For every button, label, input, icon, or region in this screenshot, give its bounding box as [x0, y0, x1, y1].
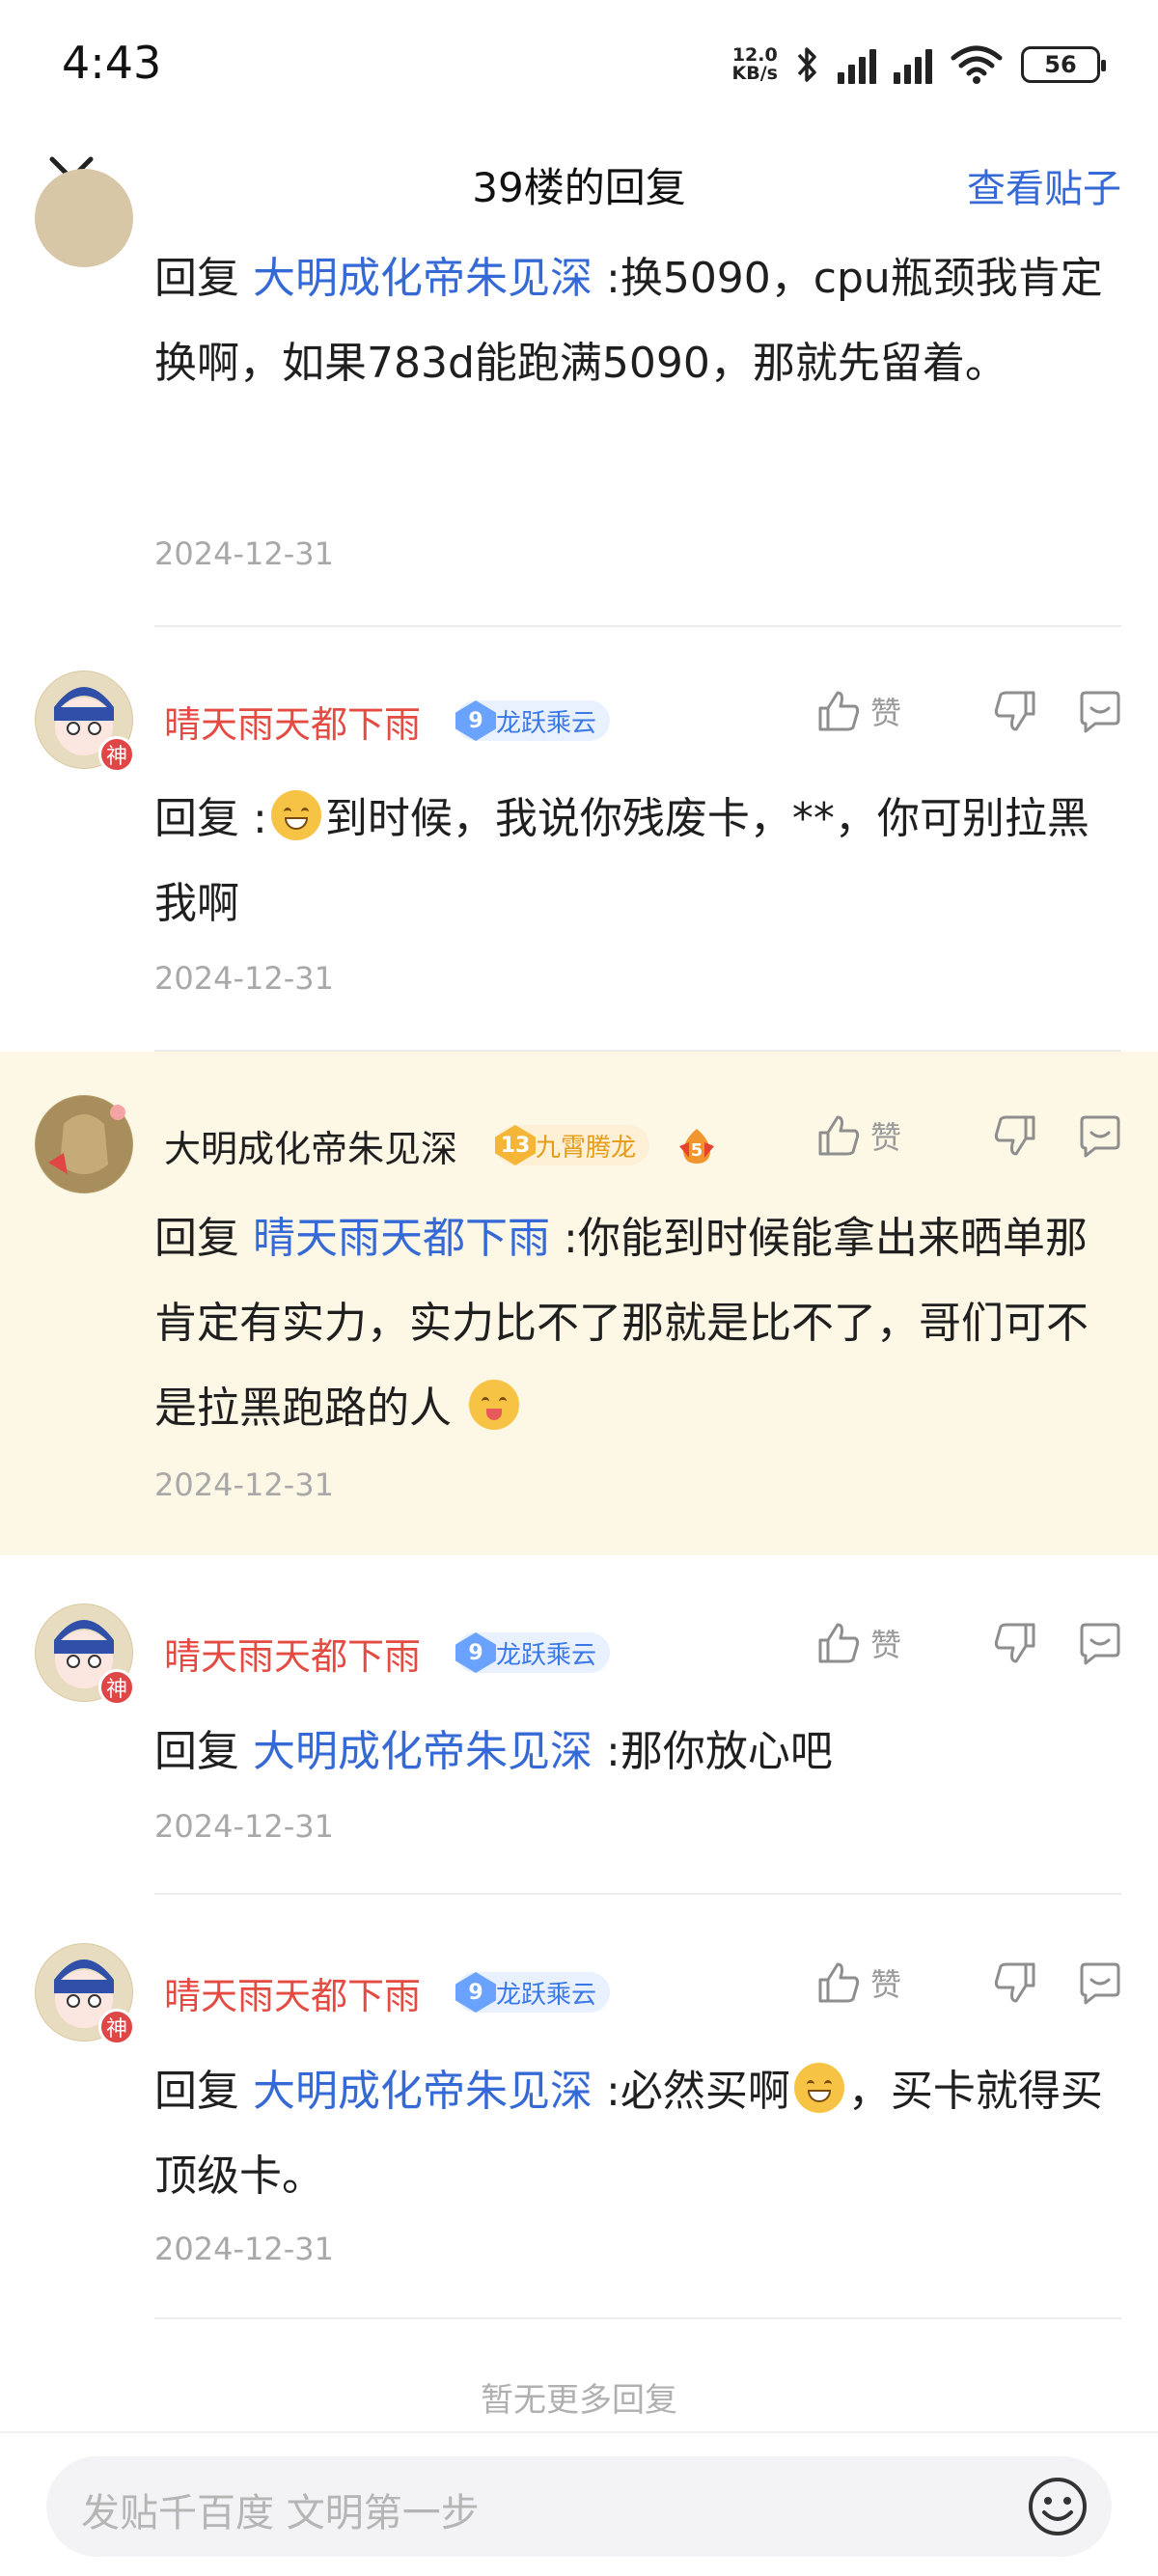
battery-icon: 56 [1021, 46, 1106, 83]
network-speed: 12.0 KB/s [731, 44, 778, 84]
avatar[interactable] [35, 169, 133, 267]
reply-date: 2024-12-31 [154, 1808, 334, 1845]
god-badge: 神 [98, 2009, 135, 2045]
comment-button[interactable] [1071, 687, 1129, 735]
reply-item: 回复 大明成化帝朱见深 :换5090，cpu瓶颈我肯定换啊，如果783d能跑满5… [0, 169, 1158, 627]
reply-item: 神 晴天雨天都下雨 9 龙跃乘云 赞 回复 大明成化帝朱见深 :必然买啊 ，买卡就… [0, 1895, 1158, 2319]
username[interactable]: 大明成化帝朱见深 [164, 1119, 457, 1172]
dislike-button[interactable] [959, 687, 1071, 735]
thumbs-up-icon [818, 691, 860, 731]
reply-actions: 赞 [814, 1619, 1129, 1667]
level-badge: 9 龙跃乘云 [455, 1632, 611, 1673]
thumbs-up-icon [818, 1623, 860, 1663]
level-badge: 9 龙跃乘云 [455, 1972, 611, 2013]
avatar[interactable]: 神 [35, 1603, 135, 1706]
divider [154, 2317, 1121, 2319]
reply-date: 2024-12-31 [154, 1466, 334, 1503]
like-button[interactable]: 赞 [814, 1959, 959, 2007]
reply-date: 2024-12-31 [154, 535, 334, 572]
yum-emoji-icon [469, 1380, 519, 1430]
god-badge: 神 [98, 1669, 135, 1706]
smiley-icon[interactable] [1025, 2474, 1090, 2539]
cell-signal-icon [838, 45, 876, 84]
status-icons: 12.0 KB/s 56 [731, 41, 1106, 89]
avatar[interactable] [35, 1095, 133, 1193]
like-button[interactable]: 赞 [814, 687, 959, 735]
bottom-bar: 发贴千百度 文明第一步 [0, 2431, 1158, 2576]
like-button[interactable]: 赞 [814, 1619, 959, 1667]
wifi-icon [951, 45, 1003, 84]
reply-input[interactable]: 发贴千百度 文明第一步 [46, 2456, 1112, 2557]
dislike-button[interactable] [959, 1111, 1071, 1160]
comment-icon [1080, 1623, 1120, 1665]
header: 39楼的回复 查看贴子 [0, 130, 1158, 236]
reply-content: 回复 : 到时候，我说你残废卡，**，你可别拉黑我啊 [154, 777, 1119, 946]
bluetooth-icon [797, 47, 816, 82]
comment-icon [1080, 1115, 1120, 1158]
status-bar: 4:43 12.0 KB/s 56 [0, 0, 1158, 130]
fire-badge-icon: 5 [679, 1129, 714, 1164]
mention-link[interactable]: 大明成化帝朱见深 [253, 254, 593, 303]
reply-content: 回复 大明成化帝朱见深 :必然买啊 ，买卡就得买顶级卡。 [154, 2049, 1119, 2219]
level-badge: 13 九霄腾龙 [495, 1125, 650, 1165]
god-badge: 神 [98, 736, 135, 773]
avatar[interactable]: 神 [35, 1943, 135, 2045]
reply-actions: 赞 [814, 1959, 1129, 2007]
svg-text:5: 5 [691, 1140, 703, 1161]
thumbs-down-icon [994, 1623, 1035, 1663]
mention-link[interactable]: 晴天雨天都下雨 [253, 1214, 550, 1263]
username[interactable]: 晴天雨天都下雨 [164, 1966, 421, 2019]
thumbs-down-icon [994, 1115, 1035, 1156]
thumbs-up-icon [818, 1115, 860, 1156]
avatar-image [36, 1096, 132, 1192]
dislike-button[interactable] [959, 1959, 1071, 2007]
input-placeholder: 发贴千百度 文明第一步 [81, 2491, 480, 2535]
level-badge: 9 龙跃乘云 [455, 700, 611, 741]
reply-content: 回复 大明成化帝朱见深 :那你放心吧 [154, 1727, 833, 1776]
like-button[interactable]: 赞 [814, 1111, 959, 1160]
thumbs-up-icon [818, 1962, 860, 2003]
no-more-replies: 暂无更多回复 [481, 2381, 677, 2420]
mention-link[interactable]: 大明成化帝朱见深 [253, 1727, 593, 1776]
username[interactable]: 晴天雨天都下雨 [164, 695, 421, 748]
cell-signal-icon [894, 45, 932, 84]
reply-item: 神 晴天雨天都下雨 9 龙跃乘云 赞 回复 : 到时候，我说你残废卡，**，你可别… [0, 627, 1158, 1052]
dislike-button[interactable] [959, 1619, 1071, 1667]
thumbs-down-icon [994, 691, 1035, 731]
comment-button[interactable] [1071, 1959, 1129, 2007]
reply-content: 回复 大明成化帝朱见深 :换5090，cpu瓶颈我肯定换啊，如果783d能跑满5… [154, 254, 1103, 388]
reply-item: 神 晴天雨天都下雨 9 龙跃乘云 赞 回复 大明成化帝朱见深 :那你放心吧 20… [0, 1555, 1158, 1895]
thumbs-down-icon [994, 1962, 1035, 2003]
avatar[interactable]: 神 [35, 671, 135, 773]
reply-date: 2024-12-31 [154, 960, 334, 997]
comment-button[interactable] [1071, 1111, 1129, 1160]
comment-button[interactable] [1071, 1619, 1129, 1667]
reply-date: 2024-12-31 [154, 2231, 334, 2267]
grin-emoji-icon [270, 790, 321, 840]
grin-emoji-icon [793, 2063, 844, 2113]
reply-item-highlighted: 大明成化帝朱见深 13 九霄腾龙 5 赞 回复 晴天雨天都下雨 :你能到时候能拿… [0, 1052, 1158, 1555]
comment-icon [1080, 691, 1120, 733]
comment-icon [1080, 1962, 1120, 2005]
username[interactable]: 晴天雨天都下雨 [164, 1627, 421, 1680]
reply-content: 回复 晴天雨天都下雨 :你能到时候能拿出来晒单那肯定有实力，实力比不了那就是比不… [154, 1214, 1089, 1433]
reply-actions: 赞 [814, 687, 1129, 735]
mention-link[interactable]: 大明成化帝朱见深 [253, 2067, 593, 2116]
view-post-link[interactable]: 查看贴子 [967, 157, 1121, 213]
reply-actions: 赞 [814, 1111, 1129, 1160]
status-time: 4:43 [62, 37, 162, 89]
